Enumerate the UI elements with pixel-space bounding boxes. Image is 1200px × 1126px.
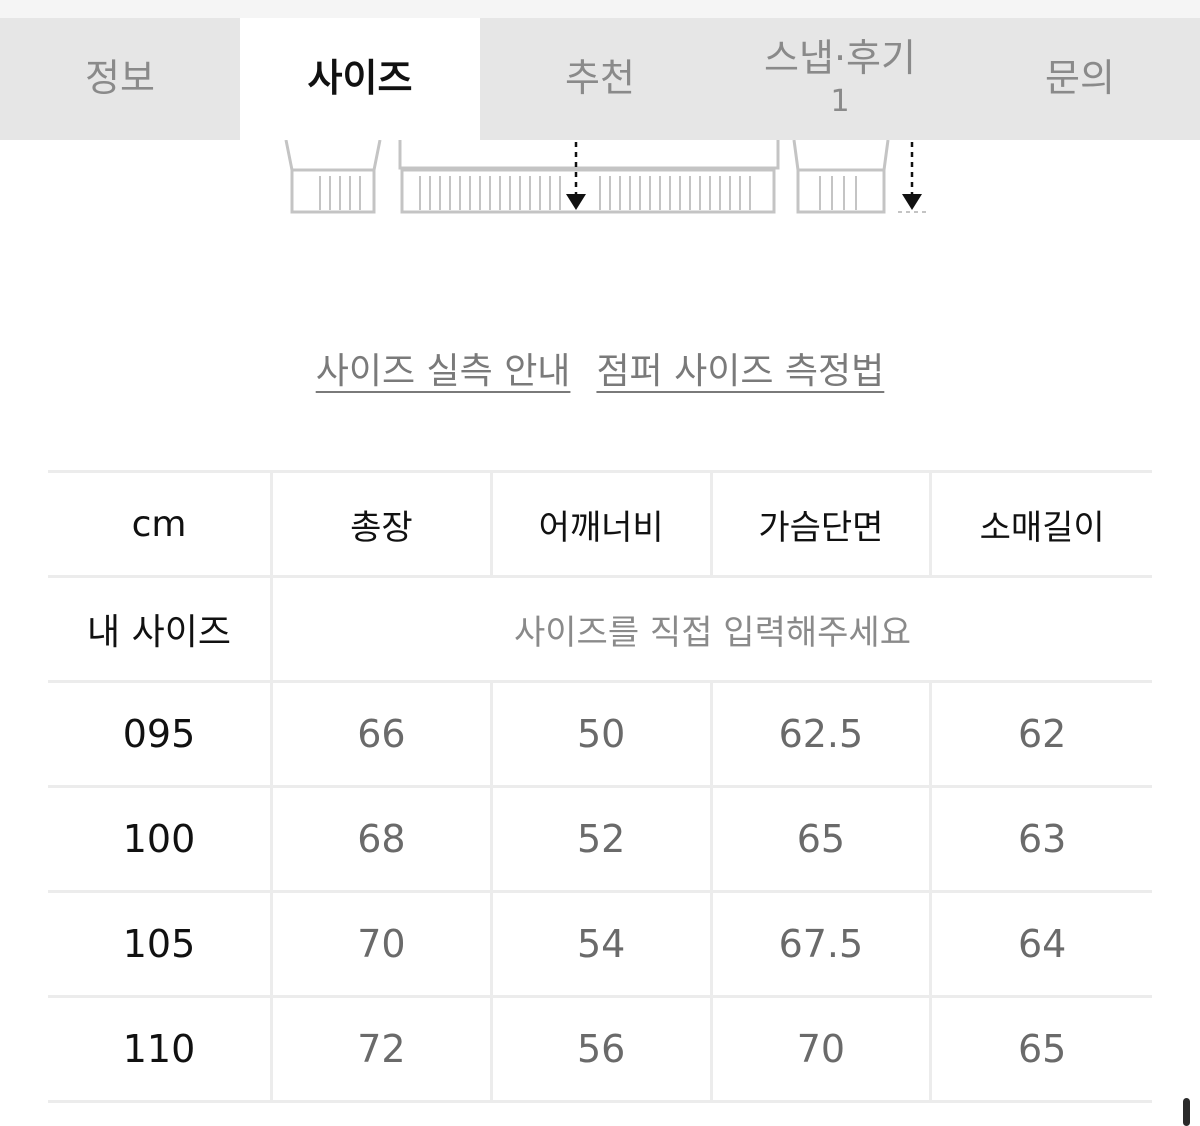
tab-recommend[interactable]: 추천 [480,18,720,140]
value-cell: 52 [492,788,713,893]
tab-info[interactable]: 정보 [0,18,240,140]
value-cell: 62.5 [712,683,933,788]
value-cell: 66 [273,683,493,788]
table-header-row: cm 총장 어깨너비 가슴단면 소매길이 [48,470,1152,578]
value-cell: 65 [932,998,1152,1103]
header-total-length: 총장 [273,470,493,578]
jacket-measure-illustration [284,140,930,214]
measure-method-link[interactable]: 점퍼 사이즈 측정법 [596,342,884,394]
tab-label: 스냅·후기 [764,36,916,81]
value-cell: 50 [492,683,713,788]
value-cell: 62 [932,683,1152,788]
table-row: 105 70 54 67.5 64 [48,893,1152,998]
my-size-input-prompt[interactable]: 사이즈를 직접 입력해주세요 [273,578,1152,683]
my-size-label: 내 사이즈 [48,578,273,683]
value-cell: 72 [273,998,493,1103]
table-row: 095 66 50 62.5 62 [48,683,1152,788]
value-cell: 65 [712,788,933,893]
header-chest-width: 가슴단면 [712,470,933,578]
table-row: 110 72 56 70 65 [48,998,1152,1103]
tab-label: 사이즈 [307,56,413,101]
tab-size[interactable]: 사이즈 [240,18,480,140]
my-size-row: 내 사이즈 사이즈를 직접 입력해주세요 [48,578,1152,683]
header-sleeve-length: 소매길이 [932,470,1152,578]
table-row: 100 68 52 65 63 [48,788,1152,893]
value-cell: 54 [492,893,713,998]
size-label: 100 [48,788,273,893]
tab-label: 문의 [1045,56,1115,101]
tab-label: 추천 [565,56,635,101]
size-guide-link[interactable]: 사이즈 실측 안내 [316,342,571,394]
size-label: 110 [48,998,273,1103]
size-label: 105 [48,893,273,998]
value-cell: 68 [273,788,493,893]
size-table: cm 총장 어깨너비 가슴단면 소매길이 내 사이즈 사이즈를 직접 입력해주세… [48,470,1152,1103]
value-cell: 63 [932,788,1152,893]
tab-bar: 정보 사이즈 추천 스냅·후기 1 문의 [0,18,1200,140]
value-cell: 56 [492,998,713,1103]
value-cell: 64 [932,893,1152,998]
unit-header: cm [48,470,273,578]
header-shoulder-width: 어깨너비 [492,470,713,578]
tab-snap-review[interactable]: 스냅·후기 1 [720,18,960,140]
size-guide-links: 사이즈 실측 안내 점퍼 사이즈 측정법 [0,342,1200,394]
value-cell: 70 [712,998,933,1103]
tab-review-count: 1 [830,83,850,119]
value-cell: 70 [273,893,493,998]
value-cell: 67.5 [712,893,933,998]
tab-label: 정보 [85,56,155,101]
size-label: 095 [48,683,273,788]
scrollbar[interactable] [1183,1098,1190,1126]
tab-inquiry[interactable]: 문의 [960,18,1200,140]
top-strip [0,0,1200,18]
